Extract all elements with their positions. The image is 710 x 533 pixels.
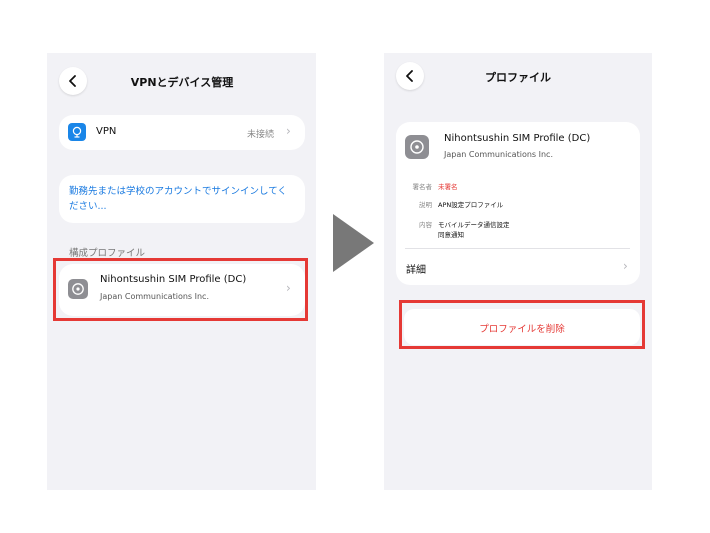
more-details-label: 詳細 — [406, 265, 426, 276]
description-label: 説明 — [419, 201, 432, 209]
signer-value: 未署名 — [438, 183, 458, 191]
contents-line2: 同意通知 — [438, 231, 464, 239]
vpn-device-management-screen: VPNとデバイス管理 VPN 未接続 › 勤務先または学校のアカウントでサインイ… — [47, 53, 316, 490]
nav-title: プロファイル — [485, 71, 551, 84]
contents-label: 内容 — [419, 221, 432, 229]
profile-org: Japan Communications Inc. — [444, 150, 553, 159]
more-details-row[interactable]: 詳細 › — [396, 249, 640, 285]
profile-detail-card: Nihontsushin SIM Profile (DC) Japan Comm… — [396, 122, 640, 285]
profile-name: Nihontsushin SIM Profile (DC) — [444, 133, 591, 144]
back-button[interactable] — [59, 67, 87, 95]
vpn-globe-icon — [68, 123, 86, 141]
highlight-frame — [399, 300, 645, 349]
section-header: 構成プロファイル — [69, 248, 146, 259]
vpn-label: VPN — [96, 126, 117, 137]
signin-link[interactable]: 勤務先または学校のアカウントでサインインしてください... — [69, 184, 295, 214]
gear-icon — [405, 135, 429, 159]
signin-card[interactable]: 勤務先または学校のアカウントでサインインしてください... — [59, 175, 305, 223]
chevron-right-icon: › — [623, 259, 628, 273]
profile-screen: プロファイル Nihontsushin SIM Profile (DC) Jap… — [384, 53, 652, 490]
vpn-status: 未接続 — [247, 130, 275, 140]
nav-title: VPNとデバイス管理 — [130, 76, 234, 89]
contents-line1: モバイルデータ通信設定 — [438, 221, 510, 229]
description-value: APN設定プロファイル — [438, 201, 504, 209]
play-arrow-icon — [333, 214, 374, 272]
chevron-left-icon — [406, 70, 413, 82]
signer-label: 署名者 — [412, 183, 433, 191]
back-button[interactable] — [396, 62, 424, 90]
chevron-right-icon: › — [286, 124, 291, 138]
chevron-left-icon — [69, 75, 76, 87]
highlight-frame — [53, 258, 308, 321]
vpn-row[interactable]: VPN 未接続 › — [59, 115, 305, 150]
